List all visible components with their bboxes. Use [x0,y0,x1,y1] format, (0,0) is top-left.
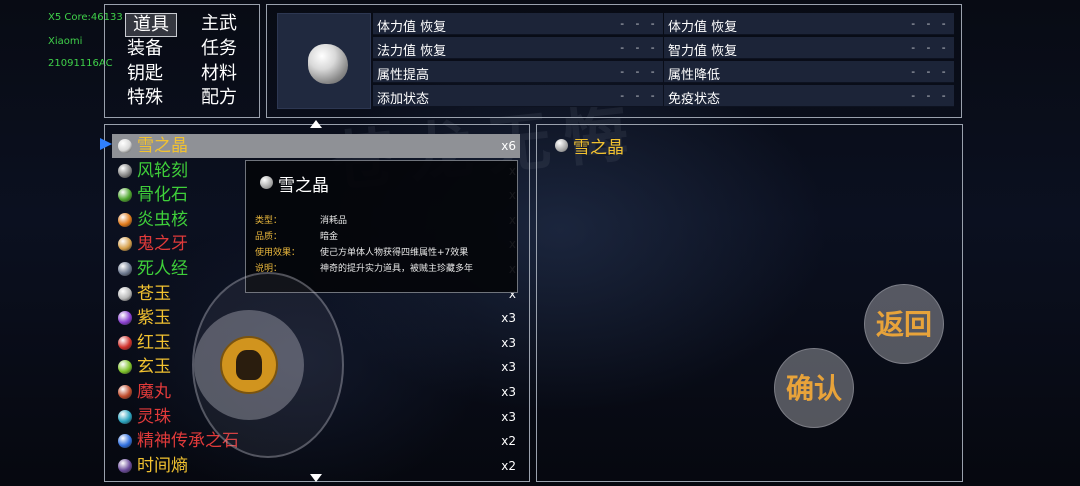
gray-jade-icon [118,286,132,301]
category-tab-materials[interactable]: 材料 [193,63,245,85]
tooltip-desc-value: 神奇的提升实力道具，被贼主珍藏多年 [320,264,474,274]
item-name: 风轮刻 [137,160,188,181]
snow-crystal-icon [118,139,132,153]
category-tab-keys[interactable]: 钥匙 [119,63,171,85]
snow-crystal-icon [260,176,273,189]
item-name: 红玉 [137,332,171,353]
stat-hp-recover-2: 体力值 恢复 - - - [664,13,954,35]
item-name: 鬼之牙 [137,234,188,255]
item-tooltip: 雪之晶 类型： 消耗品 品质： 暗金 使用效果： 使己方单体人物获得四维属性+7… [245,160,518,293]
purple-jade-icon [118,311,132,326]
selection-pointer-icon [100,138,112,150]
item-quantity: x6 [501,139,516,153]
item-name: 炎虫核 [137,209,188,230]
tooltip-quality-label: 品质： [255,232,283,242]
item-quantity: x3 [501,360,516,375]
detail-item-name: 雪之晶 [573,138,624,158]
snow-crystal-icon [308,44,348,84]
red-jade-icon [118,335,132,350]
item-name: 玄玉 [137,357,171,378]
wind-wheel-icon [118,163,132,178]
confirm-button[interactable]: 确认 [774,348,854,428]
item-quantity: x3 [501,385,516,399]
item-quantity: x2 [501,434,516,449]
tooltip-quality-value: 暗金 [320,232,339,242]
item-name: 死人经 [137,259,188,279]
demon-pill-icon [118,385,132,399]
scroll-up-arrow-icon[interactable] [310,120,322,128]
item-row[interactable]: 雪之晶 x6 [112,134,520,158]
debug-device-brand: Xiaomi [48,36,83,47]
item-quantity: x3 [501,409,516,424]
tooltip-effect-value: 使己方单体人物获得四维属性+7效果 [320,248,469,258]
stat-int-recover: 智力值 恢复 - - - [664,37,954,59]
item-name: 苍玉 [137,283,171,304]
stat-hp-recover: 体力值 恢复 - - - [373,13,663,35]
stat-add-status: 添加状态 - - - [373,85,663,107]
scripture-book-icon [118,262,132,276]
item-row[interactable]: 时间熵 x2 [112,454,520,478]
item-name: 雪之晶 [137,136,188,156]
stat-attr-decrease: 属性降低 - - - [664,61,954,83]
item-name: 紫玉 [137,308,171,329]
item-large-icon [277,13,371,109]
item-quantity: x2 [501,458,516,473]
fire-bug-core-icon [118,212,132,227]
tooltip-title: 雪之晶 [278,176,329,196]
stat-immune-status: 免疫状态 - - - [664,85,954,107]
category-tab-quest[interactable]: 任务 [193,38,245,60]
category-tab-recipes[interactable]: 配方 [193,87,245,109]
spirit-pearl-icon [118,409,132,424]
item-quantity: x3 [501,311,516,326]
character-portrait-icon[interactable] [220,336,278,394]
category-tab-equipment[interactable]: 装备 [119,38,171,60]
category-tab-special[interactable]: 特殊 [119,87,171,109]
item-quantity: x3 [501,335,516,350]
snow-crystal-icon [555,139,568,152]
tooltip-type-label: 类型： [255,216,283,226]
item-name: 灵珠 [137,406,171,427]
dark-jade-icon [118,360,132,375]
debug-device-model: 21091116AC [48,58,113,69]
time-entropy-icon [118,458,132,473]
tooltip-effect-label: 使用效果： [255,248,301,258]
category-tab-main-weapon[interactable]: 主武 [193,13,245,35]
stat-attr-increase: 属性提高 - - - [373,61,663,83]
item-name: 魔丸 [137,382,171,402]
spirit-stone-icon [118,434,132,449]
category-tab-items[interactable]: 道具 [125,13,177,37]
stat-mp-recover: 法力值 恢复 - - - [373,37,663,59]
item-name: 时间熵 [137,455,188,476]
ghost-fang-icon [118,237,132,252]
item-stats-panel: 体力值 恢复 - - - 体力值 恢复 - - - 法力值 恢复 - - - 智力值 … [266,4,962,118]
item-name: 骨化石 [137,185,188,206]
category-menu: 道具 主武 装备 任务 钥匙 材料 特殊 配方 [104,4,260,118]
back-button[interactable]: 返回 [864,284,944,364]
tooltip-type-value: 消耗品 [320,216,348,226]
bone-fossil-icon [118,188,132,203]
